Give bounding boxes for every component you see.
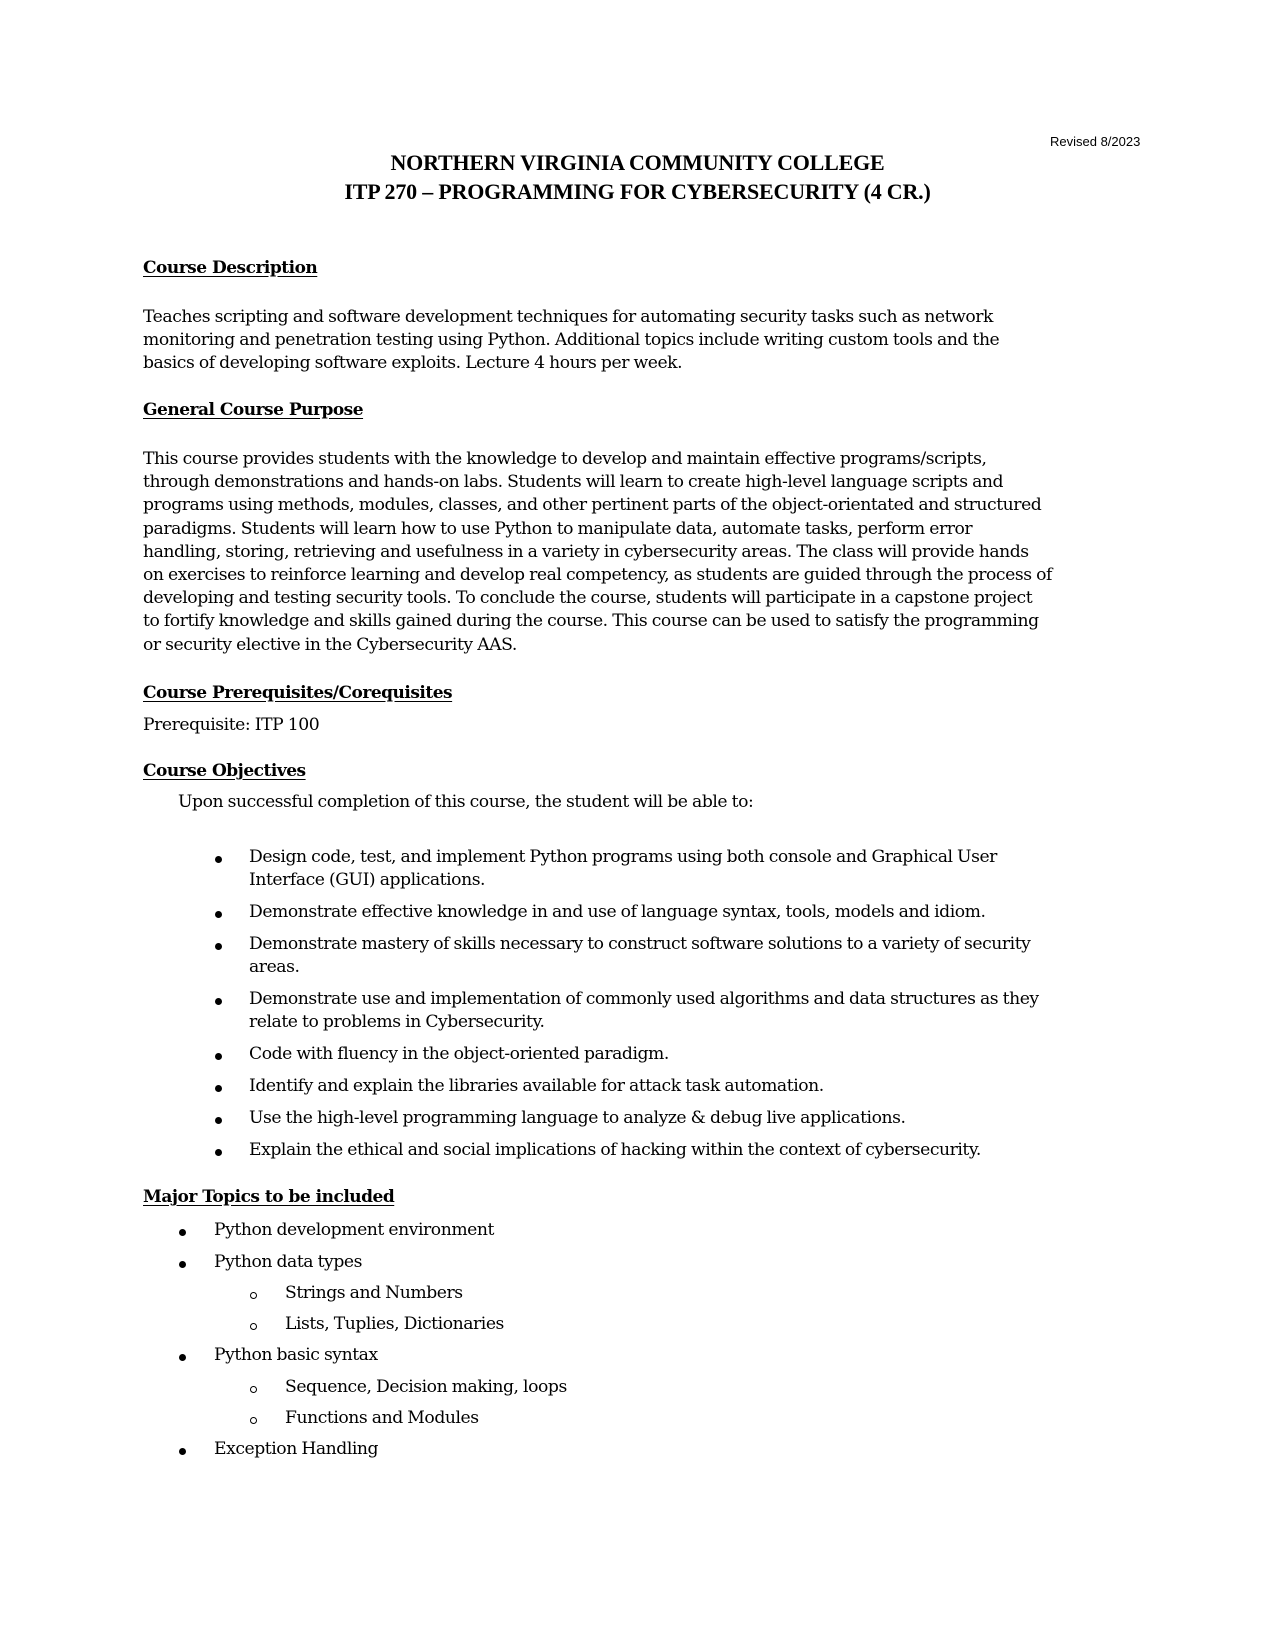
college-title: NORTHERN VIRGINIA COMMUNITY COLLEGE (390, 150, 885, 175)
course-objectives-heading: Course Objectives (143, 761, 306, 781)
subtopic-text: Strings and Numbers (285, 1283, 463, 1303)
major-topics-heading: Major Topics to be included (143, 1187, 395, 1207)
topic-text: Python data types (214, 1252, 362, 1272)
objective-text: Demonstrate use and implementation of co… (249, 989, 1039, 1009)
bullet-icon (215, 943, 222, 950)
subtopic-text: Lists, Tuplies, Dictionaries (285, 1314, 504, 1334)
text-line: on exercises to reinforce learning and d… (143, 565, 1052, 586)
text-line: This course provides students with the k… (143, 449, 987, 469)
subtopic-text: Functions and Modules (285, 1408, 479, 1428)
prerequisites-heading: Course Prerequisites/Corequisites (143, 683, 453, 703)
text-line: programs using methods, modules, classes… (143, 495, 1042, 516)
objective-text: Explain the ethical and social implicati… (249, 1140, 981, 1160)
general-course-purpose-heading: General Course Purpose (143, 400, 364, 420)
revision-date: Revised 8/2023 (1050, 134, 1141, 149)
bullet-icon (215, 1117, 222, 1124)
course-description-heading: Course Description (143, 258, 318, 278)
objective-text: Interface (GUI) applications. (249, 870, 486, 890)
objective-text: Use the high-level programming language … (249, 1108, 906, 1128)
bullet-icon (179, 1229, 186, 1236)
text-line: monitoring and penetration testing using… (143, 330, 1000, 351)
course-title: ITP 270 – PROGRAMMING FOR CYBERSECURITY … (344, 179, 931, 204)
syllabus-page: Revised 8/2023 NORTHERN VIRGINIA COMMUNI… (0, 0, 1275, 1650)
bullet-icon (215, 856, 222, 863)
sub-bullet-icon (250, 1417, 257, 1424)
bullet-icon (215, 1053, 222, 1060)
text-line: to fortify knowledge and skills gained d… (143, 611, 1039, 632)
bullet-icon (215, 998, 222, 1005)
text-line: Teaches scripting and software developme… (143, 307, 993, 327)
objectives-intro: Upon successful completion of this cours… (178, 792, 754, 812)
sub-bullet-icon (250, 1386, 257, 1393)
course-description-text: Teaches scripting and software developme… (143, 306, 1083, 376)
topic-text: Exception Handling (214, 1439, 379, 1459)
text-line: basics of developing software exploits. … (143, 353, 683, 374)
objective-text: Identify and explain the libraries avail… (249, 1076, 824, 1096)
sub-bullet-icon (250, 1323, 257, 1330)
subtopic-text: Sequence, Decision making, loops (285, 1377, 567, 1397)
text-line: or security elective in the Cybersecurit… (143, 634, 517, 655)
bullet-icon (215, 911, 222, 918)
objective-text: Design code, test, and implement Python … (249, 847, 997, 867)
objective-text: areas. (249, 957, 300, 977)
objective-text: Demonstrate mastery of skills necessary … (249, 934, 1031, 954)
objective-text: Code with fluency in the object-oriented… (249, 1044, 669, 1064)
text-line: paradigms. Students will learn how to us… (143, 518, 973, 539)
topic-text: Python basic syntax (214, 1345, 378, 1365)
text-line: developing and testing security tools. T… (143, 588, 1033, 609)
bullet-icon (179, 1448, 186, 1455)
text-line: handling, storing, retrieving and useful… (143, 541, 1029, 562)
bullet-icon (179, 1354, 186, 1361)
bullet-icon (215, 1149, 222, 1156)
bullet-icon (215, 1085, 222, 1092)
bullet-icon (179, 1261, 186, 1268)
objective-text: Demonstrate effective knowledge in and u… (249, 902, 986, 922)
sub-bullet-icon (250, 1292, 257, 1299)
objective-text: relate to problems in Cybersecurity. (249, 1012, 545, 1032)
general-course-purpose-text: This course provides students with the k… (143, 448, 1083, 657)
text-line: through demonstrations and hands-on labs… (143, 472, 1004, 493)
topic-text: Python development environment (214, 1220, 494, 1240)
prerequisites-text: Prerequisite: ITP 100 (143, 715, 320, 735)
